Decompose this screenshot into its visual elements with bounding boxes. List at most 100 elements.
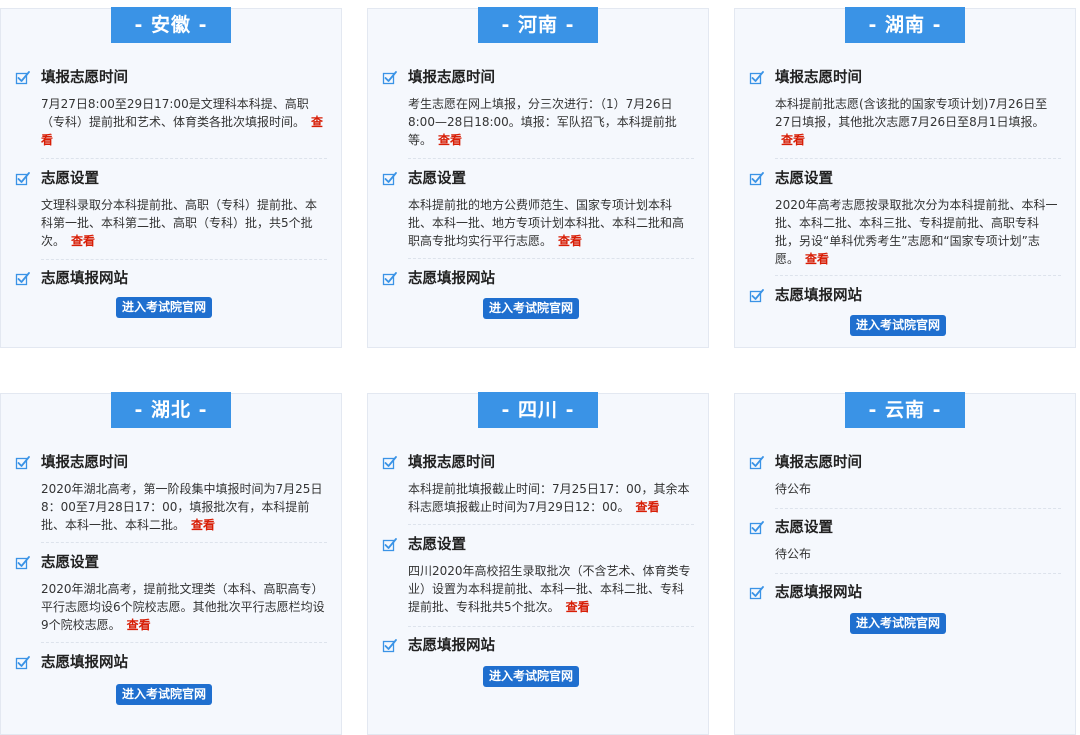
checkbox-checked-icon [15, 556, 30, 570]
section-setting: 志愿设置 2020年湖北高考，提前批文理类（本科、高职高专）平行志愿均设6个院校… [15, 552, 327, 634]
checkbox-checked-icon [15, 172, 30, 186]
view-link[interactable]: 查看 [71, 234, 95, 248]
section-text: 本科提前批的地方公费师范生、国家专项计划本科批、本科一批、地方专项计划本科批、本… [408, 196, 694, 250]
divider [408, 158, 694, 159]
checkbox-checked-icon [382, 172, 397, 186]
section-time: 填报志愿时间 本科提前批志愿(含该批的国家专项计划)7月26日至27日填报，其他… [749, 67, 1061, 149]
section-title: 志愿填报网站 [775, 585, 862, 601]
checkbox-checked-icon [749, 71, 764, 85]
section-setting: 志愿设置 文理科录取分本科提前批、高职（专科）提前批、本科第一批、本科第二批、高… [15, 168, 327, 250]
checkbox-checked-icon [15, 71, 30, 85]
section-site: 志愿填报网站 [15, 268, 327, 290]
section-title: 志愿设置 [41, 171, 99, 187]
section-text: 本科提前批填报截止时间：7月25日17：00，其余本科志愿填报截止时间为7月29… [408, 480, 694, 516]
view-link[interactable]: 查看 [438, 133, 462, 147]
section-site: 志愿填报网站 [382, 635, 694, 657]
section-time: 填报志愿时间 2020年湖北高考，第一阶段集中填报时间为7月25日8：00至7月… [15, 452, 327, 534]
view-link[interactable]: 查看 [191, 518, 215, 532]
time-text: 2020年湖北高考，第一阶段集中填报时间为7月25日8：00至7月28日17：0… [41, 482, 323, 532]
section-title: 志愿填报网站 [41, 655, 128, 671]
card-title: - 云南 - [845, 392, 965, 428]
section-setting: 志愿设置 待公布 [749, 517, 1061, 563]
section-site: 志愿填报网站 [749, 582, 1061, 604]
section-text: 2020年湖北高考，第一阶段集中填报时间为7月25日8：00至7月28日17：0… [41, 480, 327, 534]
view-link[interactable]: 查看 [635, 500, 659, 514]
divider [408, 626, 694, 627]
section-site: 志愿填报网站 [382, 268, 694, 290]
divider [41, 158, 327, 159]
view-link[interactable]: 查看 [127, 618, 151, 632]
section-title: 志愿填报网站 [775, 288, 862, 304]
section-text: 文理科录取分本科提前批、高职（专科）提前批、本科第一批、本科第二批、高职（专科）… [41, 196, 327, 250]
exam-site-button[interactable]: 进入考试院官网 [116, 684, 213, 705]
exam-site-button[interactable]: 进入考试院官网 [850, 613, 947, 634]
section-site: 志愿填报网站 [15, 652, 327, 674]
section-title: 填报志愿时间 [41, 455, 128, 471]
exam-site-button[interactable]: 进入考试院官网 [483, 666, 580, 687]
divider [775, 508, 1061, 509]
card-title: - 河南 - [478, 7, 598, 43]
section-title: 填报志愿时间 [775, 455, 862, 471]
divider [408, 524, 694, 525]
section-title: 志愿设置 [775, 520, 833, 536]
section-title: 志愿设置 [408, 171, 466, 187]
exam-site-button[interactable]: 进入考试院官网 [850, 315, 947, 336]
time-text: 本科提前批志愿(含该批的国家专项计划)7月26日至27日填报，其他批次志愿7月2… [775, 97, 1048, 129]
section-time: 填报志愿时间 考生志愿在网上填报，分三次进行：（1）7月26日8:00—28日1… [382, 67, 694, 149]
checkbox-checked-icon [15, 656, 30, 670]
section-title: 志愿设置 [408, 537, 466, 553]
divider [41, 542, 327, 543]
checkbox-checked-icon [15, 456, 30, 470]
province-card-hubei: - 湖北 - 填报志愿时间 2020年湖北高考，第一阶段集中填报时间为7月25日… [0, 392, 342, 735]
section-text: 7月27日8:00至29日17:00是文理科本科提、高职（专科）提前批和艺术、体… [41, 95, 327, 149]
section-setting: 志愿设置 本科提前批的地方公费师范生、国家专项计划本科批、本科一批、地方专项计划… [382, 168, 694, 250]
province-card-sichuan: - 四川 - 填报志愿时间 本科提前批填报截止时间：7月25日17：00，其余本… [367, 392, 709, 735]
section-text: 待公布 [775, 480, 1061, 498]
checkbox-checked-icon [382, 538, 397, 552]
time-text: 待公布 [775, 482, 812, 496]
checkbox-checked-icon [749, 521, 764, 535]
setting-text: 本科提前批的地方公费师范生、国家专项计划本科批、本科一批、地方专项计划本科批、本… [408, 198, 685, 248]
setting-text: 2020年湖北高考，提前批文理类（本科、高职高专）平行志愿均设6个院校志愿。其他… [41, 582, 325, 632]
section-title: 志愿设置 [41, 555, 99, 571]
view-link[interactable]: 查看 [566, 600, 590, 614]
checkbox-checked-icon [749, 586, 764, 600]
divider [41, 642, 327, 643]
checkbox-checked-icon [382, 71, 397, 85]
province-card-anhui: - 安徽 - 填报志愿时间 7月27日8:00至29日17:00是文理科本科提、… [0, 7, 342, 348]
exam-site-button[interactable]: 进入考试院官网 [483, 298, 580, 319]
time-text: 7月27日8:00至29日17:00是文理科本科提、高职（专科）提前批和艺术、体… [41, 97, 309, 129]
card-title: - 湖南 - [845, 7, 965, 43]
section-title: 志愿设置 [775, 171, 833, 187]
province-card-henan: - 河南 - 填报志愿时间 考生志愿在网上填报，分三次进行：（1）7月26日8:… [367, 7, 709, 348]
setting-text: 待公布 [775, 547, 812, 561]
checkbox-checked-icon [749, 172, 764, 186]
section-title: 填报志愿时间 [41, 70, 128, 86]
section-time: 填报志愿时间 待公布 [749, 452, 1061, 498]
divider [775, 275, 1061, 276]
divider [775, 573, 1061, 574]
view-link[interactable]: 查看 [558, 234, 582, 248]
card-title: - 安徽 - [111, 7, 231, 43]
checkbox-checked-icon [15, 272, 30, 286]
card-title: - 四川 - [478, 392, 598, 428]
divider [775, 158, 1061, 159]
checkbox-checked-icon [749, 289, 764, 303]
section-setting: 志愿设置 2020年高考志愿按录取批次分为本科提前批、本科一批、本科二批、本科三… [749, 168, 1061, 268]
exam-site-button[interactable]: 进入考试院官网 [116, 297, 213, 318]
divider [408, 258, 694, 259]
section-text: 本科提前批志愿(含该批的国家专项计划)7月26日至27日填报，其他批次志愿7月2… [775, 95, 1061, 149]
section-title: 填报志愿时间 [408, 70, 495, 86]
section-title: 志愿填报网站 [408, 638, 495, 654]
province-card-yunnan: - 云南 - 填报志愿时间 待公布 志愿设置 待公布 志愿填报网站 进入考试院官… [734, 392, 1076, 735]
section-setting: 志愿设置 四川2020年高校招生录取批次（不含艺术、体育类专业）设置为本科提前批… [382, 534, 694, 616]
view-link[interactable]: 查看 [805, 252, 829, 266]
setting-text: 四川2020年高校招生录取批次（不含艺术、体育类专业）设置为本科提前批、本科一批… [408, 564, 691, 614]
checkbox-checked-icon [382, 456, 397, 470]
section-title: 填报志愿时间 [408, 455, 495, 471]
checkbox-checked-icon [382, 639, 397, 653]
divider [41, 259, 327, 260]
section-title: 填报志愿时间 [775, 70, 862, 86]
section-text: 四川2020年高校招生录取批次（不含艺术、体育类专业）设置为本科提前批、本科一批… [408, 562, 694, 616]
view-link[interactable]: 查看 [781, 133, 805, 147]
